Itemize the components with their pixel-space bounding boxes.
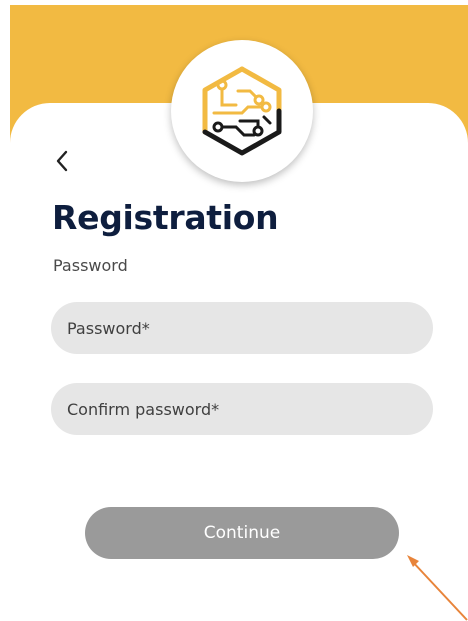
continue-button[interactable]: Continue (85, 507, 399, 559)
back-button[interactable] (48, 145, 76, 177)
password-field[interactable] (51, 302, 433, 354)
annotation-arrow-icon (407, 555, 468, 621)
circuit-hexagon-logo-icon (202, 66, 282, 156)
page-title: Registration (52, 198, 279, 237)
page-subtitle: Password (53, 256, 128, 275)
chevron-left-icon (56, 150, 68, 172)
app-logo (171, 40, 313, 182)
registration-screen: Registration Password Continue (0, 0, 468, 621)
confirm-password-field[interactable] (51, 383, 433, 435)
